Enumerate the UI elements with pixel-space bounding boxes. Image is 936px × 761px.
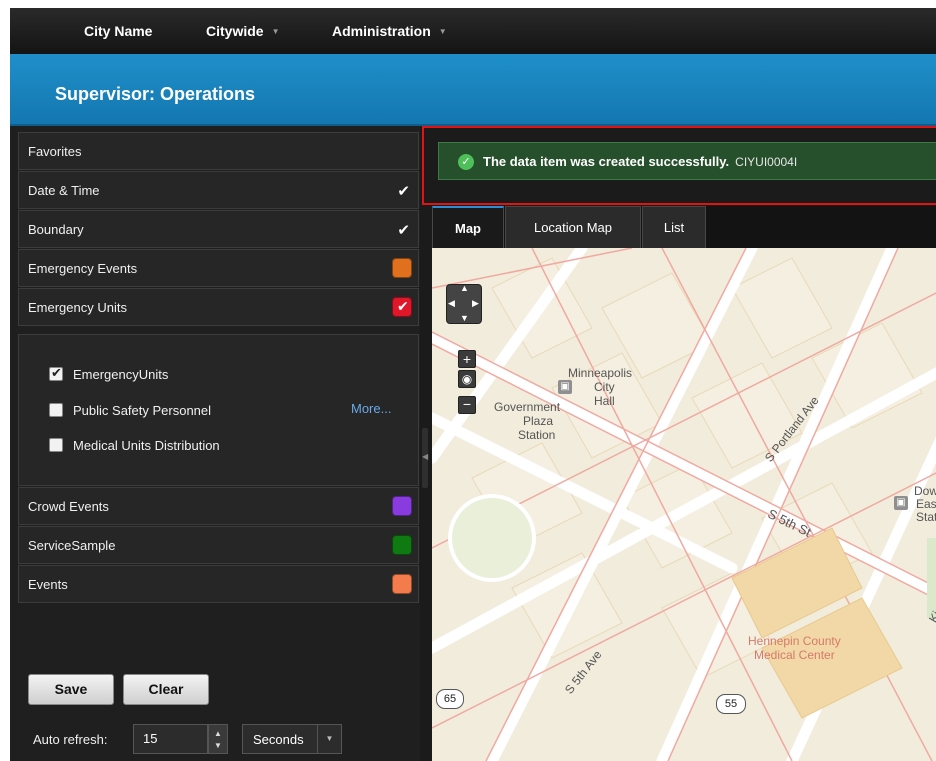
success-message: ✓ The data item was created successfully… xyxy=(438,142,936,180)
sidebar-item-service-sample[interactable]: ServiceSample xyxy=(18,526,419,564)
emergency-units-options: ✔ EmergencyUnits Public Safety Personnel… xyxy=(18,334,419,486)
map-label: Minneapolis xyxy=(568,366,633,380)
sidebar-item-date-time[interactable]: Date & Time ✔ xyxy=(18,171,419,209)
map-label: Stati xyxy=(916,510,936,524)
chevron-down-icon[interactable]: ▼ xyxy=(214,741,222,750)
layer-color-swatch[interactable] xyxy=(392,535,412,555)
checkbox-label: Medical Units Distribution xyxy=(73,438,220,453)
app-window: City Name Citywide ▼ Administration ▼ Supe… xyxy=(10,8,936,761)
sidebar-item-label: Crowd Events xyxy=(28,499,109,514)
map-label: Government xyxy=(494,400,561,414)
highway-shield: 55 xyxy=(716,694,746,714)
sidebar-item-label: ServiceSample xyxy=(28,538,116,553)
sidebar-item-label: Events xyxy=(28,577,68,592)
view-tabs: Map Location Map List xyxy=(432,206,936,248)
layer-color-swatch[interactable] xyxy=(392,496,412,516)
checkbox-label: Public Safety Personnel xyxy=(73,403,212,418)
page-header: Supervisor: Operations xyxy=(10,54,936,126)
plus-icon: + xyxy=(462,351,472,367)
sidebar-item-emergency-events[interactable]: Emergency Events xyxy=(18,249,419,287)
chevron-down-icon: ▼ xyxy=(271,27,280,36)
map-label: Hennepin County xyxy=(748,634,841,648)
tab-list[interactable]: List xyxy=(642,206,706,248)
arrow-up-icon[interactable]: ▲ xyxy=(460,283,469,293)
sidebar-item-boundary[interactable]: Boundary ✔ xyxy=(18,210,419,248)
save-button[interactable]: Save xyxy=(28,674,114,705)
map-label: Dow xyxy=(914,484,936,498)
map-label: Station xyxy=(518,428,556,442)
auto-refresh-stepper[interactable]: ▲ ▼ xyxy=(208,724,228,754)
chevron-up-icon[interactable]: ▲ xyxy=(214,729,222,738)
checkbox-label: EmergencyUnits xyxy=(73,367,169,382)
globe-icon: ◉ xyxy=(461,372,473,386)
administration-label: Administration xyxy=(332,23,431,39)
chevron-down-icon: ▼ xyxy=(438,27,447,36)
minus-icon: − xyxy=(462,396,472,412)
citywide-label: Citywide xyxy=(206,23,264,39)
auto-refresh-label: Auto refresh: xyxy=(33,732,108,747)
checkmark-icon: ✔ xyxy=(397,183,410,200)
message-body: The data item was created successfully. xyxy=(483,154,730,169)
layer-color-swatch[interactable] xyxy=(392,258,412,278)
message-text: The data item was created successfully. C… xyxy=(483,154,797,169)
citywide-menu[interactable]: Citywide ▼ xyxy=(206,8,280,54)
sidebar-item-events[interactable]: Events xyxy=(18,565,419,603)
panel-splitter[interactable]: ◀ xyxy=(422,428,428,488)
map-label: Medical Center xyxy=(754,648,835,662)
refresh-unit-select[interactable]: Seconds ▼ xyxy=(242,724,342,754)
checkbox[interactable] xyxy=(49,438,63,452)
map-label: East xyxy=(916,497,936,511)
globe-button[interactable]: ◉ xyxy=(458,370,476,388)
checkmark-icon: ✔ xyxy=(51,365,62,380)
pan-control[interactable]: ▲ ▼ ◀ ▶ xyxy=(446,283,482,324)
layer-color-swatch[interactable]: ✔ xyxy=(392,297,412,317)
sidebar-item-label: Boundary xyxy=(28,222,84,237)
highway-shield: 65 xyxy=(436,689,464,709)
sidebar: Favorites Date & Time ✔ Boundary ✔ Emerg… xyxy=(10,126,420,761)
map-label: Hall xyxy=(594,394,615,408)
refresh-unit-value: Seconds xyxy=(253,732,304,747)
message-code: CIYUI0004I xyxy=(735,155,798,169)
layer-color-swatch[interactable] xyxy=(392,574,412,594)
map-label: City xyxy=(594,380,615,394)
sidebar-item-label: Date & Time xyxy=(28,183,100,198)
clear-button[interactable]: Clear xyxy=(123,674,209,705)
map-label: Plaza xyxy=(523,414,554,428)
page-title: Supervisor: Operations xyxy=(55,84,256,104)
sidebar-item-emergency-units[interactable]: Emergency Units ✔ xyxy=(18,288,419,326)
arrow-down-icon[interactable]: ▼ xyxy=(460,313,469,323)
checkmark-icon: ✔ xyxy=(397,298,409,314)
auto-refresh-input[interactable]: 15 xyxy=(133,724,208,754)
sidebar-item-label: Favorites xyxy=(28,144,82,159)
chevron-left-icon: ◀ xyxy=(422,452,429,461)
sidebar-item-label: Emergency Units xyxy=(28,300,127,315)
sidebar-item-label: Emergency Events xyxy=(28,261,138,276)
arrow-left-icon[interactable]: ◀ xyxy=(448,298,455,309)
map-canvas xyxy=(432,248,936,761)
zoom-out-button[interactable]: − xyxy=(458,396,476,414)
zoom-in-button[interactable]: + xyxy=(458,350,476,368)
building-icon: ▣ xyxy=(558,380,572,394)
chevron-down-icon[interactable]: ▼ xyxy=(317,725,341,753)
checkbox[interactable]: ✔ xyxy=(49,365,63,381)
sidebar-item-crowd-events[interactable]: Crowd Events xyxy=(18,487,419,525)
city-name-link[interactable]: City Name xyxy=(84,8,152,54)
arrow-right-icon[interactable]: ▶ xyxy=(472,298,479,309)
map-view[interactable]: ▲ ▼ ◀ ▶ + ◉ − Minneapolis ▣ City Hall Go… xyxy=(432,248,936,761)
building-icon: ▣ xyxy=(894,496,908,510)
check-circle-icon: ✓ xyxy=(458,154,474,170)
administration-menu[interactable]: Administration ▼ xyxy=(332,8,447,54)
checkbox[interactable] xyxy=(49,403,63,417)
top-navigation: City Name Citywide ▼ Administration ▼ xyxy=(10,8,936,54)
more-link[interactable]: More... xyxy=(351,401,391,416)
tab-location-map[interactable]: Location Map xyxy=(505,206,641,248)
checkmark-icon: ✔ xyxy=(397,222,410,239)
sidebar-item-favorites[interactable]: Favorites xyxy=(18,132,419,170)
tab-map[interactable]: Map xyxy=(432,206,504,248)
